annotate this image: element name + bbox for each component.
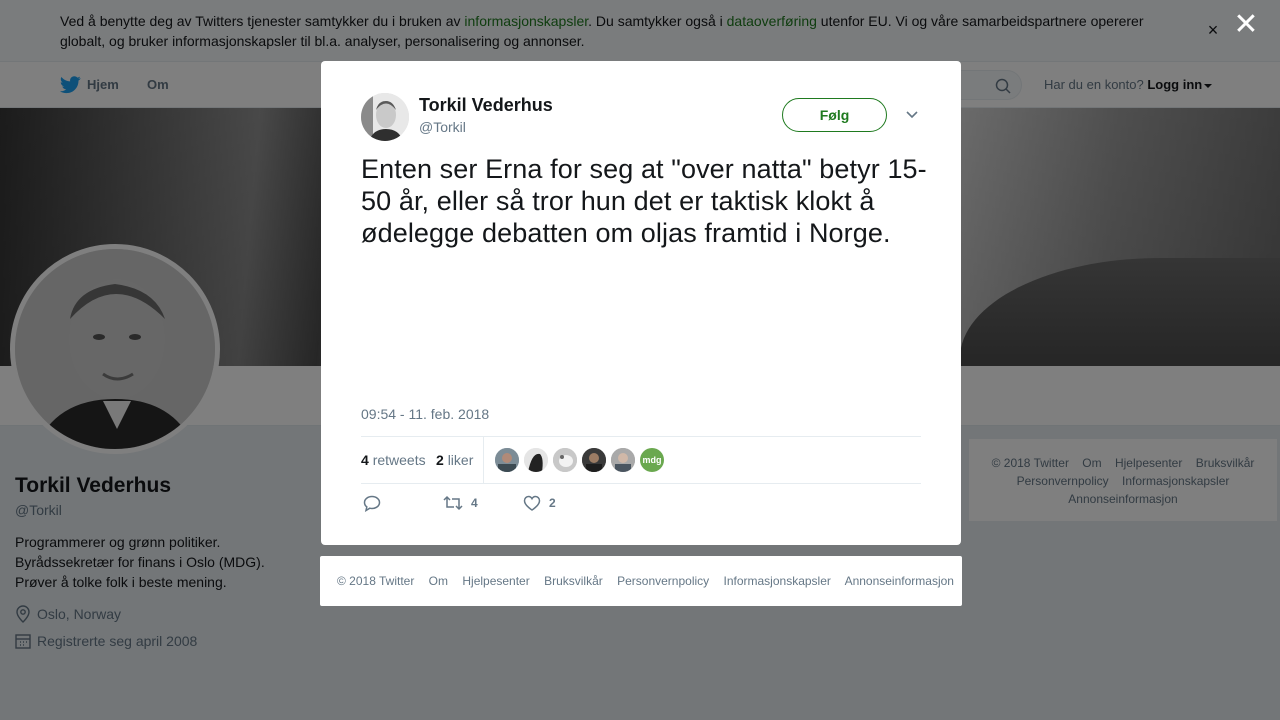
footer-link-informasjonskapsler[interactable]: Informasjonskapsler — [724, 574, 831, 588]
tweet-text: Enten ser Erna for seg at "over natta" b… — [361, 154, 927, 248]
like-button[interactable]: 2 — [523, 495, 556, 511]
like-count: 2 — [549, 496, 556, 510]
modal-footer: © 2018 Twitter Om Hjelpesenter Bruksvilk… — [320, 556, 962, 606]
reply-button[interactable] — [363, 495, 381, 512]
retweets-count: 4 — [361, 452, 369, 468]
person-photo-icon — [361, 93, 409, 141]
close-icon[interactable]: ✕ — [1232, 10, 1260, 40]
footer-copyright: © 2018 Twitter — [337, 574, 415, 588]
tweet-stats: 4 retweets 2 liker mdg — [361, 436, 921, 484]
divider — [483, 437, 484, 483]
liker-avatar[interactable] — [524, 448, 548, 472]
retweets-label: retweets — [372, 452, 426, 468]
reply-icon — [363, 495, 381, 512]
liker-avatar[interactable] — [553, 448, 577, 472]
retweet-icon — [443, 495, 463, 511]
footer-link-om[interactable]: Om — [429, 574, 448, 588]
footer-link-bruksvilkar[interactable]: Bruksvilkår — [544, 574, 603, 588]
tweet-timestamp[interactable]: 09:54 - 11. feb. 2018 — [361, 406, 489, 422]
likes-label: liker — [447, 452, 474, 468]
retweets-stat[interactable]: 4 retweets — [361, 437, 426, 483]
heart-icon — [523, 495, 541, 511]
liker-avatar[interactable] — [495, 448, 519, 472]
tweet-author-avatar[interactable] — [361, 93, 409, 141]
likes-stat[interactable]: 2 liker — [436, 437, 473, 483]
footer-link-hjelpesenter[interactable]: Hjelpesenter — [462, 574, 529, 588]
tweet-author-handle[interactable]: @Torkil — [419, 119, 466, 135]
footer-link-annonseinformasjon[interactable]: Annonseinformasjon — [845, 574, 954, 588]
tweet-actions: 4 2 — [361, 491, 921, 519]
liker-avatar[interactable] — [582, 448, 606, 472]
footer-link-personvernpolicy[interactable]: Personvernpolicy — [617, 574, 709, 588]
retweet-button[interactable]: 4 — [443, 495, 478, 511]
mdg-avatar[interactable]: mdg — [640, 448, 664, 472]
liker-avatars: mdg — [495, 448, 664, 472]
follow-button[interactable]: Følg — [782, 98, 887, 132]
liker-avatar[interactable] — [611, 448, 635, 472]
likes-count: 2 — [436, 452, 444, 468]
tweet-author-name[interactable]: Torkil Vederhus — [419, 95, 553, 116]
retweet-count: 4 — [471, 496, 478, 510]
tweet-permalink-modal: Torkil Vederhus @Torkil Følg Enten ser E… — [321, 61, 961, 545]
chevron-down-icon[interactable] — [905, 108, 919, 122]
